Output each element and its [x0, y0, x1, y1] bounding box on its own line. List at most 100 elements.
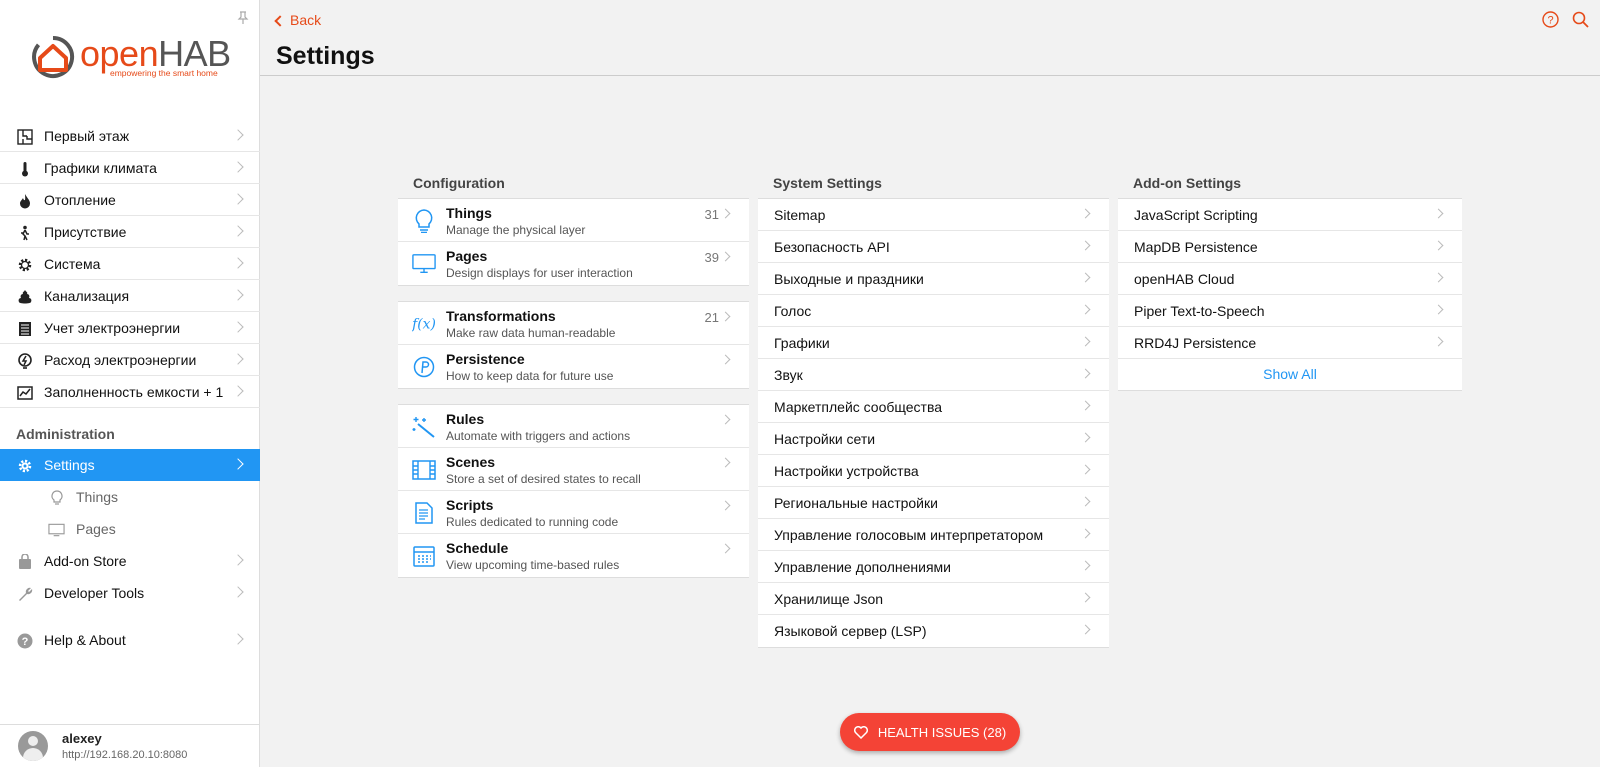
system-setting-network[interactable]: Настройки сети [758, 423, 1109, 455]
menu-item-title: Pages [446, 248, 488, 264]
chevron-right-icon [232, 633, 244, 645]
walking-person-icon [16, 224, 33, 241]
sidebar-item-addon-store[interactable]: Add-on Store [0, 545, 260, 577]
addon-settings-title: Add-on Settings [1133, 175, 1242, 191]
sidebar-item-label: Things [76, 489, 119, 505]
system-setting-ephemeris[interactable]: Выходные и праздники [758, 263, 1109, 295]
addon-setting-javascript[interactable]: JavaScript Scripting [1118, 199, 1462, 231]
sidebar-item-help-about[interactable]: ? Help & About [0, 624, 260, 656]
nav-item-sewage[interactable]: Канализация [0, 280, 260, 312]
sidebar-subitem-things[interactable]: Things [0, 481, 260, 513]
setting-label: Управление голосовым интерпретатором [774, 527, 1044, 543]
setting-label: RRD4J Persistence [1134, 335, 1257, 351]
nav-item-label: Расход электроэнергии [44, 351, 197, 368]
floorplan-icon [16, 128, 33, 145]
heart-icon [853, 725, 868, 739]
system-setting-voice-interpreter[interactable]: Управление голосовым интерпретатором [758, 519, 1109, 551]
setting-label: Настройки устройства [774, 463, 919, 479]
nav-item-floor-1[interactable]: Первый этаж [0, 120, 260, 152]
addon-setting-piper-tts[interactable]: Piper Text-to-Speech [1118, 295, 1462, 327]
system-setting-lsp[interactable]: Языковой сервер (LSP) [758, 615, 1109, 647]
menu-item-subtitle: Make raw data human-readable [446, 326, 616, 340]
configuration-title: Configuration [413, 175, 505, 191]
chevron-right-icon [720, 251, 731, 262]
system-setting-charts[interactable]: Графики [758, 327, 1109, 359]
menu-item-title: Persistence [446, 351, 525, 367]
system-setting-marketplace[interactable]: Маркетплейс сообщества [758, 391, 1109, 423]
setting-label: Piper Text-to-Speech [1134, 303, 1265, 319]
svg-text:?: ? [21, 636, 28, 648]
menu-item-schedule[interactable]: Schedule View upcoming time-based rules [398, 534, 749, 577]
menu-item-rules[interactable]: Rules Automate with triggers and actions [398, 405, 749, 448]
search-icon[interactable] [1572, 11, 1589, 28]
system-setting-sitemap[interactable]: Sitemap [758, 199, 1109, 231]
setting-label: Хранилище Json [774, 591, 884, 607]
nav-item-system[interactable]: Система [0, 248, 260, 280]
system-setting-api-security[interactable]: Безопасность API [758, 231, 1109, 263]
film-icon [412, 458, 436, 482]
menu-item-title: Scenes [446, 454, 496, 470]
nav-item-tank-level[interactable]: Заполненность емкости + 1 [0, 376, 260, 408]
addon-setting-mapdb[interactable]: MapDB Persistence [1118, 231, 1462, 263]
help-circle-icon: ? [16, 632, 33, 649]
show-all-link[interactable]: Show All [1118, 359, 1462, 390]
menu-item-scripts[interactable]: Scripts Rules dedicated to running code [398, 491, 749, 534]
menu-item-persistence[interactable]: Persistence How to keep data for future … [398, 345, 749, 388]
count-badge: 21 [704, 310, 719, 325]
chart-icon [16, 384, 33, 401]
sidebar-item-settings[interactable]: Settings [0, 449, 260, 481]
gear-icon [16, 256, 33, 273]
addon-setting-openhab-cloud[interactable]: openHAB Cloud [1118, 263, 1462, 295]
setting-label: Безопасность API [774, 239, 890, 255]
nav-item-climate-charts[interactable]: Графики климата [0, 152, 260, 184]
health-issues-button[interactable]: HEALTH ISSUES (28) [840, 713, 1020, 751]
sidebar-item-label: Add-on Store [44, 553, 127, 569]
menu-item-subtitle: View upcoming time-based rules [446, 558, 620, 572]
monitor-icon [48, 521, 65, 538]
menu-item-pages[interactable]: Pages Design displays for user interacti… [398, 242, 749, 285]
chevron-right-icon [232, 554, 244, 566]
system-setting-audio[interactable]: Звук [758, 359, 1109, 391]
addon-setting-rrd4j[interactable]: RRD4J Persistence [1118, 327, 1462, 359]
chevron-right-icon [1080, 464, 1091, 475]
chevron-right-icon [232, 321, 244, 333]
nav-item-heating[interactable]: Отопление [0, 184, 260, 216]
brand-tagline: empowering the smart home [110, 68, 218, 78]
pin-icon[interactable] [236, 11, 250, 25]
system-setting-addon-management[interactable]: Управление дополнениями [758, 551, 1109, 583]
sidebar-item-label: Pages [76, 521, 116, 537]
configuration-group-2: f(x) Transformations Make raw data human… [398, 301, 749, 389]
monitor-icon [412, 252, 436, 276]
sidebar-item-label: Settings [44, 457, 95, 473]
chevron-right-icon [232, 225, 244, 237]
system-setting-json-storage[interactable]: Хранилище Json [758, 583, 1109, 615]
menu-item-things[interactable]: Things Manage the physical layer 31 [398, 199, 749, 242]
chevron-right-icon [720, 414, 731, 425]
menu-item-subtitle: Store a set of desired states to recall [446, 472, 641, 486]
svg-text:?: ? [1547, 15, 1553, 27]
calendar-icon [412, 544, 436, 568]
sidebar-item-developer-tools[interactable]: Developer Tools [0, 577, 260, 609]
menu-item-scenes[interactable]: Scenes Store a set of desired states to … [398, 448, 749, 491]
setting-label: Звук [774, 367, 803, 383]
chevron-right-icon [232, 129, 244, 141]
nav-item-presence[interactable]: Присутствие [0, 216, 260, 248]
sidebar-subitem-pages[interactable]: Pages [0, 513, 260, 545]
poop-icon [16, 288, 33, 305]
system-setting-voice[interactable]: Голос [758, 295, 1109, 327]
back-button[interactable]: Back [274, 12, 322, 28]
health-issues-label: HEALTH ISSUES (28) [877, 724, 1007, 740]
back-label: Back [290, 12, 322, 28]
lightbulb-icon [412, 209, 436, 233]
nav-item-energy-usage[interactable]: Расход электроэнергии [0, 344, 260, 376]
nav-item-energy-meter[interactable]: Учет электроэнергии [0, 312, 260, 344]
system-setting-regional[interactable]: Региональные настройки [758, 487, 1109, 519]
menu-item-subtitle: Rules dedicated to running code [446, 515, 619, 529]
system-setting-device[interactable]: Настройки устройства [758, 455, 1109, 487]
sidebar-item-label: Developer Tools [44, 585, 145, 601]
setting-label: Управление дополнениями [774, 559, 951, 575]
menu-item-transformations[interactable]: f(x) Transformations Make raw data human… [398, 302, 749, 345]
setting-label: Маркетплейс сообщества [774, 399, 943, 415]
help-icon[interactable]: ? [1542, 11, 1559, 28]
user-profile[interactable]: alexey http://192.168.20.10:8080 [0, 724, 260, 767]
